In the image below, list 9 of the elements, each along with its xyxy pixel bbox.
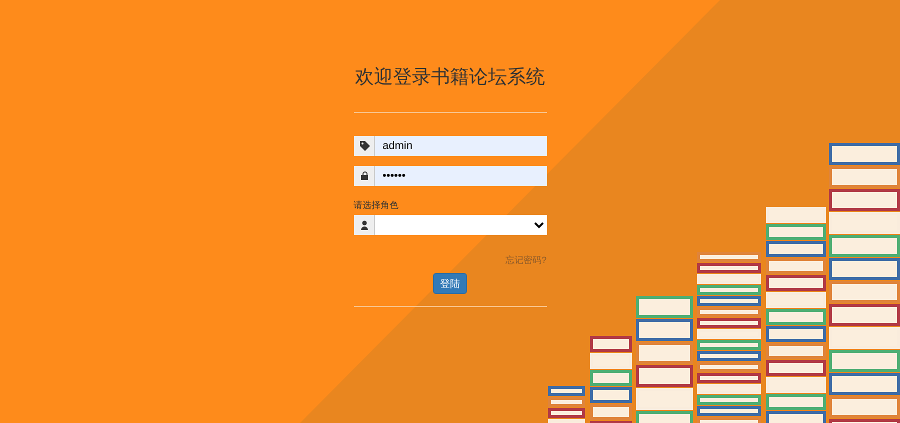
role-select[interactable]	[374, 215, 546, 235]
tag-icon	[354, 136, 374, 156]
password-field[interactable]: ••••••	[374, 166, 546, 186]
role-label: 请选择角色	[354, 199, 400, 212]
login-title: 欢迎登录书籍论坛系统	[354, 65, 546, 90]
lock-icon	[354, 166, 374, 186]
login-button[interactable]: 登陆	[433, 273, 467, 294]
username-field[interactable]: admin	[374, 136, 546, 156]
user-icon	[354, 215, 374, 235]
